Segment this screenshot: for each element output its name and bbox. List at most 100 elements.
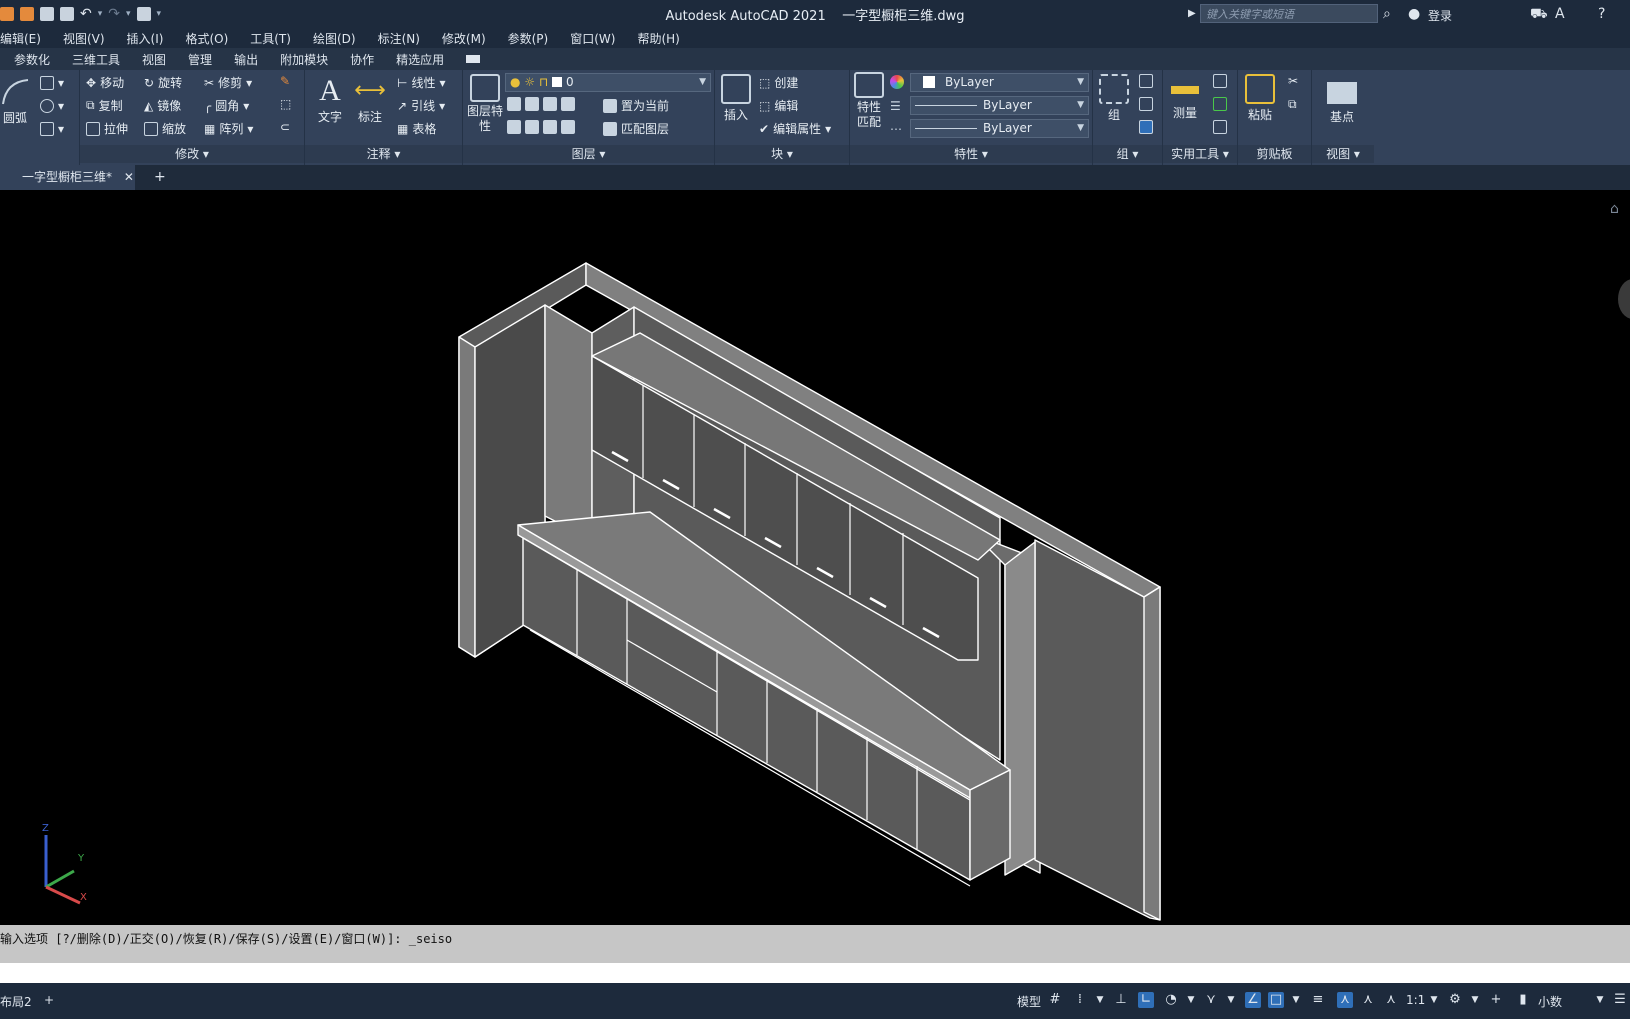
groups-panel-title[interactable]: 组 ▾ — [1093, 145, 1162, 163]
text-button[interactable]: A 文字 — [313, 74, 347, 125]
chevron-down-icon[interactable]: ▼ — [1223, 992, 1239, 1008]
snap-icon[interactable]: ⁞ — [1072, 992, 1088, 1008]
undo-icon[interactable]: ↶ — [80, 6, 92, 22]
measure-button[interactable]: 测量 — [1165, 74, 1205, 121]
ungroup-button[interactable] — [1139, 74, 1153, 88]
plot-icon[interactable] — [136, 7, 151, 21]
ribbon-tab[interactable]: 精选应用 — [396, 51, 444, 68]
fillet-button[interactable]: ╭ 圆角 ▾ — [204, 97, 249, 114]
group-edit-button[interactable] — [1139, 97, 1153, 111]
ribbon-tab[interactable]: 附加模块 — [280, 51, 328, 68]
workspace-toggle-icon[interactable] — [466, 55, 481, 63]
menu-item[interactable]: 视图(V) — [63, 30, 105, 47]
annotation-scale-icon[interactable]: ⋏ — [1383, 992, 1399, 1008]
color-wheel-icon[interactable] — [890, 75, 904, 89]
layer-properties-button[interactable]: 图层特性 — [467, 74, 503, 134]
save-icon[interactable] — [40, 7, 54, 21]
cart-icon[interactable]: ⛟ — [1530, 6, 1548, 24]
match-properties-button[interactable]: 特性匹配 — [852, 72, 886, 130]
customize-icon[interactable]: ☰ — [1612, 992, 1628, 1008]
menu-item[interactable]: 格式(O) — [185, 30, 228, 47]
chevron-down-icon[interactable]: ▼ — [1467, 992, 1483, 1008]
rotate-button[interactable]: ↻ 旋转 — [144, 74, 182, 91]
ribbon-tab[interactable]: 协作 — [350, 51, 374, 68]
annotation-scale-value[interactable]: 1:1 — [1406, 993, 1425, 1007]
help-icon[interactable]: ? — [1598, 6, 1605, 22]
polar-tracking-icon[interactable]: ◔ — [1163, 992, 1179, 1008]
menu-item[interactable]: 帮助(H) — [637, 30, 679, 47]
copy-clip-button[interactable]: ⧉ — [1288, 97, 1297, 112]
explode-button[interactable]: ⬚ — [280, 97, 291, 111]
ortho-icon[interactable]: ∟ — [1138, 992, 1154, 1008]
object-snap-icon[interactable]: □ — [1268, 992, 1284, 1008]
copy-button[interactable]: ⧉ 复制 — [86, 97, 123, 114]
model-space-toggle[interactable]: 模型 — [1017, 993, 1041, 1010]
new-tab-icon[interactable]: + — [154, 169, 166, 185]
ribbon-tab[interactable]: 输出 — [234, 51, 258, 68]
layers-panel-title[interactable]: 图层 ▾ — [463, 145, 714, 163]
annotation-visibility-icon[interactable]: ⋏ — [1337, 992, 1353, 1008]
user-icon[interactable]: ● — [1408, 6, 1420, 22]
arc-button[interactable]: 圆弧 — [0, 76, 30, 126]
leader-button[interactable]: ↗ 引线 ▾ — [397, 97, 445, 114]
add-icon[interactable]: + — [1488, 992, 1504, 1008]
auto-scale-icon[interactable]: ⋏ — [1360, 992, 1376, 1008]
layer-dropdown[interactable]: ● ☼ ⊓ 0 ▼ — [505, 73, 711, 92]
hatch-button[interactable]: ▾ — [40, 122, 64, 136]
edit-block-button[interactable]: ⬚ 编辑 — [759, 97, 798, 114]
offset-button[interactable]: ⊂ — [280, 120, 290, 134]
scale-button[interactable]: 缩放 — [144, 120, 186, 137]
clipboard-panel-title[interactable]: 剪贴板 — [1238, 145, 1311, 163]
erase-button[interactable]: ✎ — [280, 74, 290, 88]
trim-button[interactable]: ✂ 修剪 ▾ — [204, 74, 252, 91]
units-icon[interactable]: ▮ — [1515, 992, 1531, 1008]
group-button[interactable]: 组 — [1097, 74, 1131, 123]
menu-item[interactable]: 参数(P) — [508, 30, 549, 47]
table-button[interactable]: ▦ 表格 — [397, 120, 436, 137]
menu-item[interactable]: 编辑(E) — [0, 30, 41, 47]
calculator-button[interactable] — [1213, 120, 1227, 134]
set-current-button[interactable]: 置为当前 — [603, 97, 669, 114]
layer-tools-row1[interactable] — [507, 97, 575, 111]
layout-tab[interactable]: 布局2 — [0, 993, 32, 1010]
menu-item[interactable]: 标注(N) — [378, 30, 420, 47]
menu-item[interactable]: 插入(I) — [127, 30, 164, 47]
view-panel-title[interactable]: 视图 ▾ — [1312, 145, 1374, 163]
new-file-icon[interactable] — [0, 7, 14, 21]
edit-attributes-button[interactable]: ✔ 编辑属性 ▾ — [759, 120, 831, 137]
chevron-down-icon[interactable]: ▼ — [1288, 992, 1304, 1008]
lineweight-icon[interactable]: ☰ — [890, 99, 901, 113]
match-layer-button[interactable]: 匹配图层 — [603, 120, 669, 137]
block-panel-title[interactable]: 块 ▾ — [715, 145, 849, 163]
search-input[interactable]: 键入关键字或短语 — [1200, 4, 1378, 23]
drawing-viewport[interactable]: Z Y X ⌂ — [0, 193, 1630, 923]
linetype-icon[interactable]: ⋯ — [890, 122, 902, 136]
document-tab[interactable]: 一字型橱柜三维* ✕ — [0, 165, 135, 190]
color-dropdown[interactable]: ByLayer ▼ — [910, 73, 1089, 92]
workspace-gear-icon[interactable]: ⚙ — [1447, 992, 1463, 1008]
dimension-button[interactable]: ⟷ 标注 — [353, 74, 387, 125]
autodesk-a360-icon[interactable]: A — [1555, 6, 1565, 22]
menu-item[interactable]: 窗口(W) — [570, 30, 615, 47]
lineweight-dropdown[interactable]: ByLayer ▼ — [910, 96, 1089, 115]
object-snap-tracking-icon[interactable]: ∠ — [1245, 992, 1261, 1008]
annotation-panel-title[interactable]: 注释 ▾ — [305, 145, 462, 163]
select-all-button[interactable] — [1213, 97, 1227, 111]
ellipse-button[interactable]: ▾ — [40, 99, 64, 113]
redo-icon[interactable]: ↷ — [108, 6, 120, 22]
login-link[interactable]: 登录 — [1428, 7, 1452, 24]
move-button[interactable]: ✥ 移动 — [86, 74, 124, 91]
stretch-button[interactable]: 拉伸 — [86, 120, 128, 137]
menu-item[interactable]: 工具(T) — [250, 30, 291, 47]
group-select-button[interactable] — [1139, 120, 1153, 134]
layer-tools-row2[interactable] — [507, 120, 575, 134]
grid-icon[interactable]: # — [1047, 992, 1063, 1008]
ribbon-tab[interactable]: 三维工具 — [72, 51, 120, 68]
ribbon-tab[interactable]: 参数化 — [14, 51, 50, 68]
infer-constraints-icon[interactable]: ⊥ — [1113, 992, 1129, 1008]
lineweight-toggle-icon[interactable]: ≡ — [1310, 992, 1326, 1008]
search-icon[interactable]: ⌕ — [1383, 6, 1391, 22]
chevron-down-icon[interactable]: ▼ — [1092, 992, 1108, 1008]
properties-panel-title[interactable]: 特性 ▾ — [850, 145, 1092, 163]
create-block-button[interactable]: ⬚ 创建 — [759, 74, 798, 91]
